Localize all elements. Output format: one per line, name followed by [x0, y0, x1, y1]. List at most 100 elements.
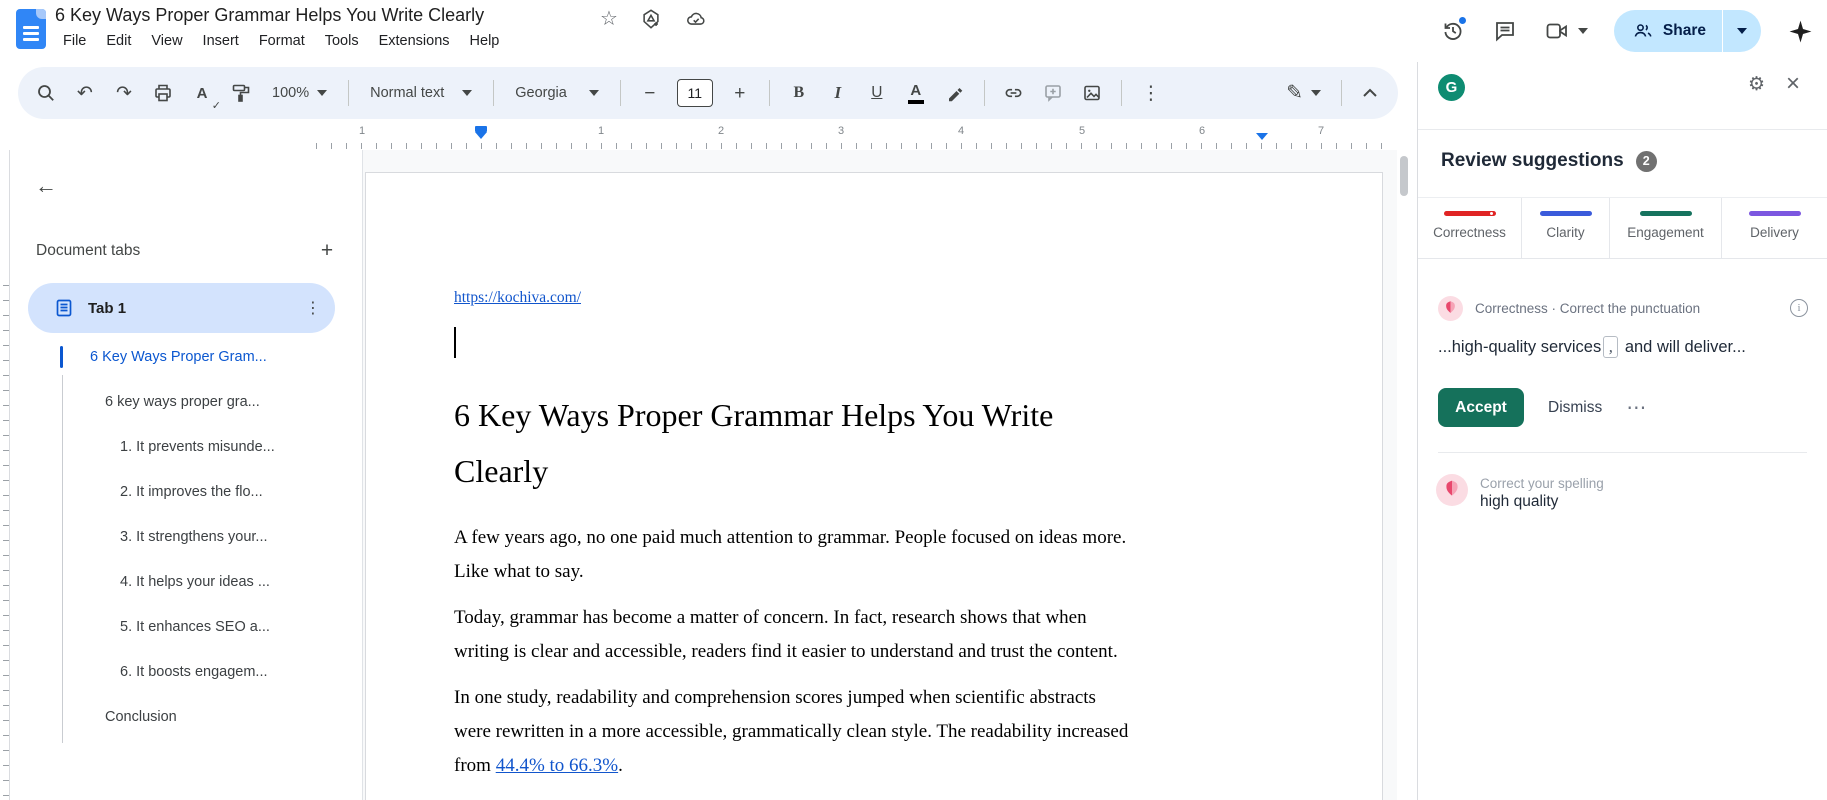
- underline-icon[interactable]: U: [865, 78, 889, 108]
- italic-icon[interactable]: I: [826, 78, 850, 108]
- menu-file[interactable]: File: [53, 30, 96, 52]
- suggestion-text: high quality: [1480, 493, 1559, 510]
- toolbar-separator: [1341, 80, 1342, 106]
- outline-item[interactable]: 3. It strengthens your...: [10, 514, 362, 559]
- menu-edit[interactable]: Edit: [96, 30, 141, 52]
- font-family-select[interactable]: Georgia: [511, 85, 603, 101]
- hide-menus-icon[interactable]: [1358, 78, 1382, 108]
- gtab-correctness[interactable]: Correctness: [1418, 198, 1522, 258]
- dismiss-button[interactable]: Dismiss: [1548, 399, 1602, 417]
- outline-item[interactable]: 1. It prevents misunde...: [10, 424, 362, 469]
- empty-line: [454, 325, 1264, 361]
- category-color-bar: [1539, 211, 1592, 216]
- outline-item[interactable]: 6. It boosts engagem...: [10, 649, 362, 694]
- undo-icon[interactable]: ↶: [73, 78, 97, 108]
- document-page[interactable]: https://kochiva.com/ 6 Key Ways Proper G…: [365, 172, 1383, 800]
- add-tab-icon[interactable]: +: [312, 239, 342, 263]
- paragraph-line: In one study, readability and comprehens…: [454, 687, 1096, 708]
- star-icon[interactable]: ☆: [600, 6, 618, 31]
- search-menus-icon[interactable]: [34, 78, 58, 108]
- google-docs-logo-icon[interactable]: [16, 9, 46, 49]
- more-options-icon[interactable]: ⋯: [1626, 395, 1646, 420]
- gtab-clarity[interactable]: Clarity: [1522, 198, 1610, 258]
- close-icon[interactable]: ×: [1786, 70, 1800, 98]
- correctness-shield-icon: [1438, 295, 1463, 321]
- paragraph: A few years ago, no one paid much attent…: [454, 521, 1264, 589]
- decrease-font-size-button[interactable]: −: [638, 78, 662, 108]
- redo-icon[interactable]: ↷: [112, 78, 136, 108]
- menu-view[interactable]: View: [141, 30, 192, 52]
- gear-icon[interactable]: ⚙: [1748, 73, 1765, 96]
- menu-format[interactable]: Format: [249, 30, 315, 52]
- grammarly-panel: G ⚙ × Review suggestions 2 Correctness Cl…: [1417, 62, 1827, 800]
- next-suggestion-item[interactable]: Correct your spelling high quality: [1436, 474, 1604, 511]
- left-indent-marker[interactable]: [475, 126, 487, 139]
- category-label: Clarity: [1546, 225, 1585, 240]
- ruler-label: 1: [358, 125, 366, 137]
- document-status-cloud-icon[interactable]: [684, 8, 708, 30]
- menu-insert[interactable]: Insert: [193, 30, 249, 52]
- accept-button[interactable]: Accept: [1438, 388, 1524, 427]
- share-label: Share: [1662, 22, 1706, 39]
- insert-link-icon[interactable]: [1002, 78, 1026, 108]
- document-tabs-sidebar: ← Document tabs + Tab 1 ⋮ 6 Key Ways Pro…: [10, 150, 363, 800]
- inserted-comma: ,: [1603, 336, 1619, 358]
- menu-help[interactable]: Help: [460, 30, 510, 52]
- more-options-icon[interactable]: ⋮: [1139, 78, 1163, 108]
- suggestion-kicker: Correctness · Correct the punctuation: [1475, 300, 1701, 316]
- editing-mode-select[interactable]: ✎: [1282, 83, 1325, 103]
- suggestion-kicker: Correct your spelling: [1480, 476, 1604, 491]
- share-button[interactable]: Share: [1614, 10, 1722, 52]
- outline-item[interactable]: 4. It helps your ideas ...: [10, 559, 362, 604]
- document-scrollbar[interactable]: [1400, 156, 1408, 196]
- right-indent-marker[interactable]: [1256, 133, 1268, 140]
- menu-tools[interactable]: Tools: [315, 30, 369, 52]
- version-history-icon[interactable]: [1440, 16, 1467, 44]
- toolbar-separator: [983, 80, 985, 106]
- statistic-link[interactable]: 44.4% to 66.3%: [496, 755, 618, 776]
- bold-icon[interactable]: B: [787, 78, 811, 108]
- highlight-color-icon[interactable]: [943, 78, 967, 108]
- share-button-group: Share: [1613, 10, 1761, 52]
- paragraph-style-select[interactable]: Normal text: [366, 85, 476, 101]
- insert-image-icon[interactable]: [1080, 78, 1104, 108]
- document-link[interactable]: https://kochiva.com/: [454, 289, 581, 306]
- back-arrow-icon[interactable]: ←: [30, 170, 62, 202]
- share-dropdown[interactable]: [1723, 10, 1761, 52]
- outline-item[interactable]: 6 key ways proper gra...: [10, 379, 362, 424]
- gtab-delivery[interactable]: Delivery: [1722, 198, 1827, 258]
- menu-extensions[interactable]: Extensions: [369, 30, 460, 52]
- gtab-engagement[interactable]: Engagement: [1610, 198, 1722, 258]
- text-color-icon[interactable]: A: [904, 78, 928, 108]
- spellcheck-icon[interactable]: A ✓: [190, 78, 221, 113]
- paragraph-line: from 44.4% to 66.3%.: [454, 755, 623, 776]
- increase-font-size-button[interactable]: +: [728, 78, 752, 108]
- horizontal-ruler[interactable]: 1 1 2 3 4 5 6 7: [310, 124, 1398, 150]
- paragraph-line: writing is clear and accessible, readers…: [454, 641, 1118, 662]
- paragraph: In one study, readability and comprehens…: [454, 681, 1264, 783]
- outline-item[interactable]: 2. It improves the flo...: [10, 469, 362, 514]
- zoom-select[interactable]: 100%: [268, 85, 331, 101]
- font-size-input[interactable]: 11: [676, 79, 713, 107]
- outline-item[interactable]: Conclusion: [10, 694, 362, 739]
- vertical-ruler[interactable]: [0, 150, 10, 800]
- info-icon[interactable]: i: [1790, 299, 1808, 317]
- text-cursor: [454, 327, 456, 358]
- document-title[interactable]: 6 Key Ways Proper Grammar Helps You Writ…: [55, 5, 484, 26]
- add-comment-icon[interactable]: [1041, 78, 1065, 108]
- notification-dot: [1457, 16, 1467, 25]
- paint-format-icon[interactable]: [229, 78, 253, 108]
- divider: [1438, 452, 1807, 453]
- tab-item-tab1[interactable]: Tab 1 ⋮: [28, 283, 335, 333]
- gemini-sparkle-icon[interactable]: [1787, 18, 1813, 44]
- comments-icon[interactable]: [1492, 18, 1518, 44]
- toolbar-separator: [348, 80, 350, 106]
- meet-call-control[interactable]: [1544, 19, 1588, 43]
- drive-add-shortcut-icon[interactable]: [640, 8, 662, 30]
- suggestion-count-badge: 2: [1635, 150, 1657, 172]
- tab-options-icon[interactable]: ⋮: [305, 298, 321, 318]
- ruler-ticks: [3, 285, 9, 800]
- outline-item[interactable]: 5. It enhances SEO a...: [10, 604, 362, 649]
- outline-item[interactable]: 6 Key Ways Proper Gram...: [10, 334, 362, 379]
- print-icon[interactable]: [151, 78, 175, 108]
